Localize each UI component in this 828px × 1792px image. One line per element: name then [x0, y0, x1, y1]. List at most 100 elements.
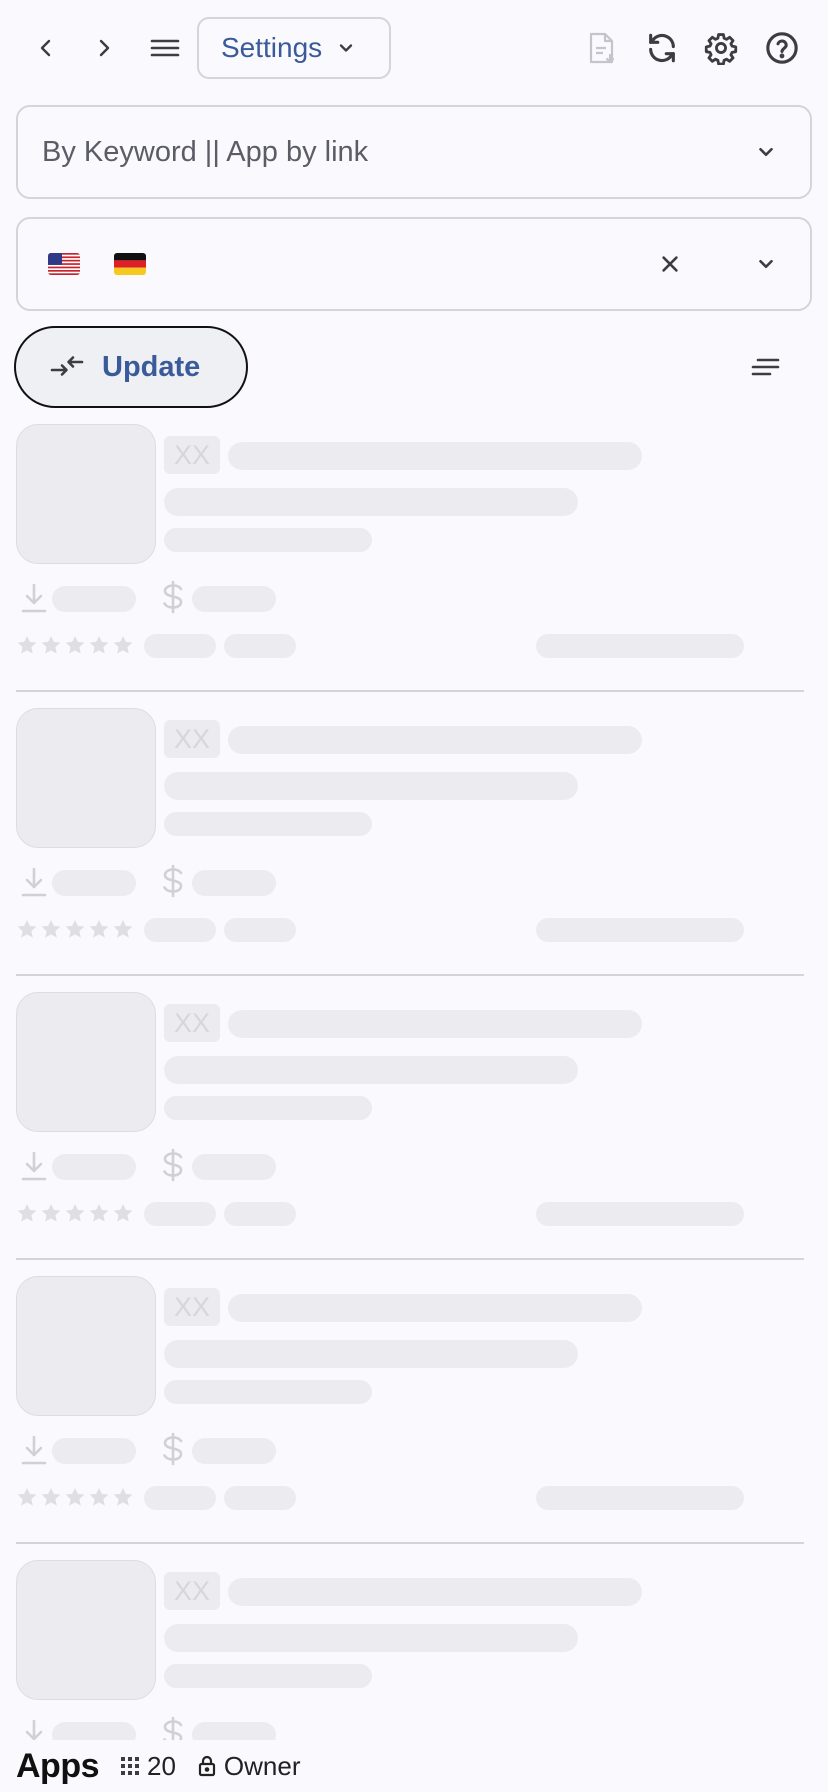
rank-badge-placeholder: XX [164, 1288, 220, 1326]
subtitle-placeholder [164, 1340, 578, 1368]
star-icon [16, 918, 38, 945]
file-download-icon [589, 32, 615, 64]
app-icon-placeholder [16, 424, 156, 564]
title-placeholder [228, 1294, 642, 1322]
card-divider [16, 690, 804, 692]
app-list: XX XX XX XX XX [0, 420, 828, 1792]
revenue-placeholder [192, 870, 276, 896]
developer-placeholder [164, 812, 372, 836]
de-flag-icon[interactable] [114, 253, 146, 275]
subtitle-placeholder [164, 1624, 578, 1652]
chevron-right-icon [99, 39, 110, 57]
compare-arrows-icon [50, 356, 84, 376]
reviews-placeholder [224, 1486, 296, 1510]
menu-button[interactable] [141, 24, 189, 72]
help-icon [766, 32, 798, 64]
downloads-placeholder [52, 1154, 136, 1180]
subtitle-placeholder [164, 488, 578, 516]
menu-icon [150, 39, 180, 57]
bottom-status-bar: Apps 20 Owner [0, 1740, 828, 1792]
rank-badge-placeholder: XX [164, 436, 220, 474]
sort-button[interactable] [744, 346, 786, 388]
clear-selection-button[interactable] [652, 219, 688, 309]
rating-placeholder [144, 1486, 216, 1510]
revenue-placeholder [192, 1438, 276, 1464]
lock-icon [198, 1755, 216, 1777]
dollar-icon [163, 864, 183, 898]
close-icon [662, 256, 678, 272]
date-placeholder [536, 1486, 744, 1510]
star-icon [64, 918, 86, 945]
export-button[interactable] [578, 24, 626, 72]
rating-placeholder [144, 918, 216, 942]
help-button[interactable] [758, 24, 806, 72]
date-placeholder [536, 634, 744, 658]
reviews-placeholder [224, 918, 296, 942]
dollar-icon [163, 580, 183, 614]
app-icon-placeholder [16, 1276, 156, 1416]
app-icon-placeholder [16, 992, 156, 1132]
title-placeholder [228, 726, 642, 754]
downloads-placeholder [52, 1438, 136, 1464]
star-icon [40, 918, 62, 945]
revenue-placeholder [192, 586, 276, 612]
sort-lines-icon [751, 358, 780, 376]
app-skeleton-card: XX [0, 704, 828, 988]
back-button[interactable] [22, 24, 70, 72]
card-divider [16, 1542, 804, 1544]
chevron-down-icon [340, 44, 353, 52]
download-icon [21, 583, 47, 613]
date-placeholder [536, 918, 744, 942]
star-icon [16, 1486, 38, 1513]
forward-button[interactable] [80, 24, 128, 72]
top-toolbar: Settings [0, 0, 828, 96]
date-placeholder [536, 1202, 744, 1226]
rating-stars [16, 1202, 134, 1229]
star-icon [64, 1486, 86, 1513]
grid-icon [121, 1757, 139, 1775]
downloads-placeholder [52, 870, 136, 896]
app-skeleton-card: XX [0, 988, 828, 1272]
refresh-button[interactable] [638, 24, 686, 72]
us-flag-icon[interactable] [48, 253, 80, 275]
section-title: Apps [16, 1746, 100, 1785]
title-placeholder [228, 442, 642, 470]
app-skeleton-card: XX [0, 420, 828, 704]
rating-stars [16, 918, 134, 945]
download-icon [21, 867, 47, 897]
rating-stars [16, 634, 134, 661]
dollar-icon [163, 1148, 183, 1182]
star-icon [16, 1202, 38, 1229]
settings-dropdown-button[interactable]: Settings [197, 17, 391, 79]
country-select[interactable] [16, 217, 812, 311]
chevron-down-icon[interactable] [748, 107, 784, 197]
chevron-left-icon [40, 39, 51, 57]
card-divider [16, 974, 804, 976]
developer-placeholder [164, 1380, 372, 1404]
star-icon [112, 1202, 134, 1229]
refresh-icon [649, 33, 675, 63]
subtitle-placeholder [164, 1056, 578, 1084]
star-icon [40, 1202, 62, 1229]
reviews-placeholder [224, 634, 296, 658]
title-placeholder [228, 1010, 642, 1038]
star-icon [40, 1486, 62, 1513]
developer-placeholder [164, 528, 372, 552]
star-icon [88, 1202, 110, 1229]
rank-badge-placeholder: XX [164, 1004, 220, 1042]
update-button[interactable]: Update [14, 326, 248, 408]
chevron-down-icon[interactable] [748, 219, 784, 309]
settings-button[interactable] [697, 24, 745, 72]
rating-stars [16, 1486, 134, 1513]
keyword-select[interactable]: By Keyword || App by link [16, 105, 812, 199]
star-icon [40, 634, 62, 661]
dollar-icon [163, 1432, 183, 1466]
star-icon [88, 1486, 110, 1513]
app-count: 20 [121, 1751, 176, 1782]
rating-placeholder [144, 1202, 216, 1226]
download-icon [21, 1435, 47, 1465]
download-icon [21, 1151, 47, 1181]
rank-badge-placeholder: XX [164, 720, 220, 758]
owner-role-label: Owner [223, 1750, 301, 1781]
rank-badge-placeholder: XX [164, 1572, 220, 1610]
